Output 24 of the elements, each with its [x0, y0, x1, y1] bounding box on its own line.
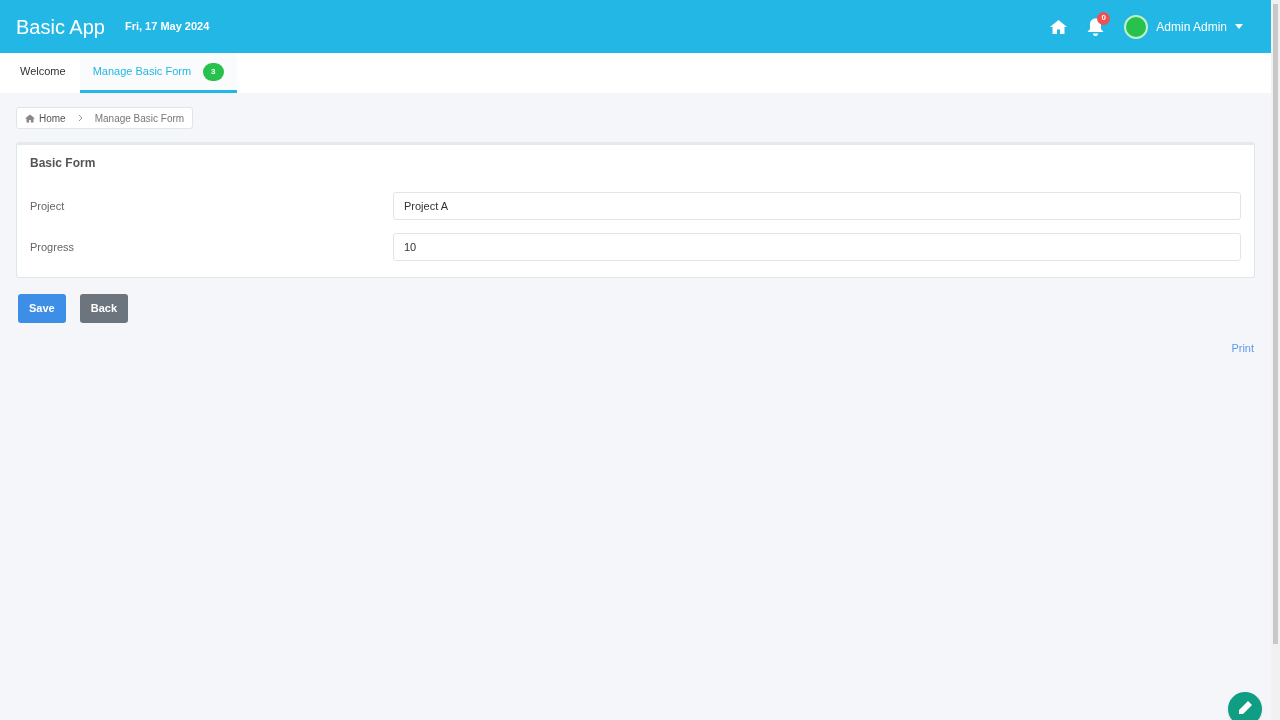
edit-button[interactable] [1228, 692, 1262, 720]
print-link[interactable]: Print [1231, 340, 1254, 357]
tab[interactable]: Welcome [6, 53, 80, 93]
card-title: Basic Form [30, 155, 97, 172]
count-badge: 3 [203, 62, 224, 81]
field-label: Progress [30, 239, 76, 255]
tab[interactable]: Manage Basic Form 3 [79, 53, 237, 93]
scrollbar[interactable] [1271, 0, 1280, 720]
pencil-icon [1237, 700, 1253, 716]
home-icon [25, 113, 35, 123]
breadcrumb-link[interactable]: Home [39, 110, 66, 126]
field-label: Project [30, 198, 66, 214]
avatar-icon [1124, 14, 1149, 39]
back-button[interactable]: Back [79, 294, 128, 323]
notification-count: 0 [1097, 11, 1111, 25]
app-title: Basic App [16, 14, 105, 40]
chevron-icon [77, 114, 83, 122]
save-button[interactable]: Save [18, 294, 66, 323]
input-field[interactable]: 10 [393, 233, 1241, 261]
breadcrumb-current: Manage Basic Form [94, 111, 185, 126]
date-text: Fri, 17 May 2024 [124, 19, 210, 35]
caret-icon [1235, 24, 1243, 29]
home-icon[interactable] [1050, 19, 1068, 34]
input-field[interactable]: Project A [393, 192, 1241, 220]
